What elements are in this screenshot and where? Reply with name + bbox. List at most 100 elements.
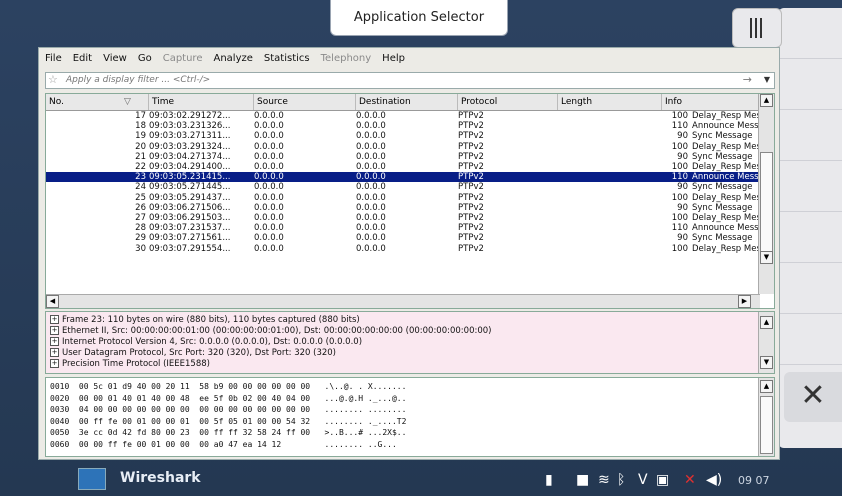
wireshark-window: File Edit View Go Capture Analyze Statistics Te…: [38, 47, 780, 460]
column-header-no[interactable]: No. ▽: [46, 94, 149, 110]
scroll-left-icon[interactable]: ◀: [46, 295, 59, 308]
packet-row[interactable]: 21 09:03:04.271374... 0.0.0.0 0.0.0.0 PTPv2 9…: [46, 152, 758, 162]
scroll-right-icon[interactable]: ▶: [738, 295, 751, 308]
side-panel-slot[interactable]: [778, 263, 842, 314]
packet-row[interactable]: 23 09:03:05.231415... 0.0.0.0 0.0.0.0 PTPv2 1…: [46, 172, 774, 183]
column-header-info[interactable]: Info: [662, 94, 758, 110]
column-header-protocol[interactable]: Protocol: [458, 94, 558, 110]
scroll-up-icon[interactable]: ▲: [760, 316, 773, 329]
side-panel-slot[interactable]: [778, 314, 842, 365]
detail-tree-item[interactable]: + Frame 23: 110 bytes on wire (880 bits),…: [50, 315, 360, 325]
scroll-thumb[interactable]: [760, 152, 773, 264]
packet-cell-len: 90: [677, 182, 688, 193]
detail-tree-item[interactable]: + Ethernet II, Src: 00:00:00:00:01:00 (00…: [50, 326, 491, 336]
column-header-source[interactable]: Source: [254, 94, 356, 110]
expand-icon[interactable]: +: [50, 359, 59, 368]
packet-cell-src: 0.0.0.0: [254, 121, 284, 132]
detail-tree-item[interactable]: + User Datagram Protocol, Src Port: 320 (…: [50, 348, 336, 358]
scroll-up-icon[interactable]: ▲: [760, 94, 773, 107]
scroll-up-icon[interactable]: ▲: [760, 380, 773, 393]
menu-item-view[interactable]: View: [97, 48, 132, 64]
application-selector-tab[interactable]: Application Selector: [330, 0, 508, 36]
side-panel-slot[interactable]: [778, 110, 842, 161]
packet-cell-src: 0.0.0.0: [254, 213, 284, 223]
column-header-destination[interactable]: Destination: [356, 94, 458, 110]
close-button[interactable]: ✕: [784, 372, 842, 422]
packet-row[interactable]: 22 09:03:04.291400... 0.0.0.0 0.0.0.0 PTPv2 1…: [46, 162, 774, 172]
menu-item-analyze[interactable]: Analyze: [207, 48, 257, 64]
scroll-down-icon[interactable]: ▼: [760, 251, 773, 264]
expand-icon[interactable]: +: [50, 326, 59, 335]
battery-icon[interactable]: ▮: [545, 472, 553, 488]
packet-row[interactable]: 24 09:03:05.271445... 0.0.0.0 0.0.0.0 PTPv2 9…: [46, 182, 758, 192]
expand-icon[interactable]: +: [50, 337, 59, 346]
chevron-down-icon[interactable]: ▼: [764, 75, 770, 84]
side-panel-slot[interactable]: [778, 59, 842, 110]
packet-cell-time: 09:03:06.291503...: [149, 213, 231, 223]
hex-dump-line: 0040 00 ff fe 00 01 00 00 01 00 5f 05 01…: [50, 416, 407, 426]
packet-cell-time: 09:03:03.291324...: [149, 141, 231, 152]
expand-icon[interactable]: +: [50, 348, 59, 357]
packet-cell-no: 18: [135, 121, 146, 132]
packet-row[interactable]: 25 09:03:05.291437... 0.0.0.0 0.0.0.0 PTPv2 1…: [46, 192, 774, 203]
column-header-time[interactable]: Time: [149, 94, 254, 110]
packet-list-vscroll[interactable]: ▲ ▼: [758, 94, 774, 294]
side-panel-slot[interactable]: [778, 161, 842, 212]
packet-cell-no: 28: [135, 223, 146, 234]
menu-item-edit[interactable]: Edit: [67, 48, 97, 64]
packet-row[interactable]: 26 09:03:06.271506... 0.0.0.0 0.0.0.0 PTPv2 9…: [46, 203, 758, 213]
wifi-icon[interactable]: ≋: [598, 472, 610, 488]
packet-cell-proto: PTPv2: [458, 162, 484, 172]
wireshark-icon[interactable]: [78, 468, 106, 490]
display-filter-input[interactable]: ☆ Apply a display filter ... <Ctrl-/> → …: [45, 72, 775, 89]
packet-cell-dst: 0.0.0.0: [356, 233, 386, 244]
network-error-icon[interactable]: ✕: [684, 472, 696, 488]
packet-list-hscroll[interactable]: ◀ ▶: [46, 294, 760, 308]
packet-row[interactable]: 27 09:03:06.291503... 0.0.0.0 0.0.0.0 PTPv2 1…: [46, 213, 774, 223]
menu-item-help[interactable]: Help: [376, 48, 410, 64]
packet-row[interactable]: 18 09:03:03.231326... 0.0.0.0 0.0.0.0 PTPv2 1…: [46, 121, 774, 132]
packet-cell-time: 09:03:03.231326...: [149, 121, 231, 132]
camera-icon[interactable]: ■: [576, 472, 589, 488]
packet-cell-info: Sync Message: [692, 151, 753, 162]
detail-tree-item[interactable]: + Internet Protocol Version 4, Src: 0.0.0…: [50, 337, 362, 347]
side-panel-slot[interactable]: [778, 212, 842, 263]
details-vscroll[interactable]: ▲ ▼: [758, 312, 774, 373]
volume-icon[interactable]: ◀): [706, 472, 722, 488]
v-icon[interactable]: V: [638, 472, 648, 488]
side-panel-slot[interactable]: [778, 8, 842, 59]
arrow-right-icon[interactable]: →: [743, 73, 752, 86]
terminal-icon[interactable]: ▣: [656, 472, 669, 488]
packet-cell-proto: PTPv2: [458, 223, 484, 234]
packet-cell-len: 110: [671, 223, 688, 234]
packet-row[interactable]: 19 09:03:03.271311... 0.0.0.0 0.0.0.0 PTPv2 9…: [46, 131, 758, 141]
bookmark-star-icon[interactable]: ☆: [48, 73, 58, 86]
packet-row[interactable]: 17 09:03:02.291272... 0.0.0.0 0.0.0.0 PTPv2 1…: [46, 111, 774, 121]
packet-cell-len: 100: [671, 162, 688, 172]
packet-row[interactable]: 30 09:03:07.291554... 0.0.0.0 0.0.0.0 PTPv2 1…: [46, 243, 774, 254]
packet-cell-dst: 0.0.0.0: [356, 223, 386, 234]
menu-item-telephony[interactable]: Telephony: [315, 48, 377, 64]
packet-row[interactable]: 28 09:03:07.231537... 0.0.0.0 0.0.0.0 PTPv2 1…: [46, 223, 774, 234]
menu-item-statistics[interactable]: Statistics: [258, 48, 315, 64]
column-header-length[interactable]: Length: [558, 94, 662, 110]
taskbar-app-label[interactable]: Wireshark: [120, 470, 201, 486]
scroll-down-icon[interactable]: ▼: [760, 356, 773, 369]
scroll-thumb[interactable]: [760, 396, 773, 454]
packet-row[interactable]: 20 09:03:03.291324... 0.0.0.0 0.0.0.0 PTPv2 1…: [46, 141, 774, 152]
packet-row[interactable]: 29 09:03:07.271561... 0.0.0.0 0.0.0.0 PTPv2 9…: [46, 233, 758, 243]
menu-item-capture[interactable]: Capture: [157, 48, 208, 64]
packet-cell-proto: PTPv2: [458, 151, 484, 162]
menu-handle-button[interactable]: [732, 8, 782, 48]
packet-cell-dst: 0.0.0.0: [356, 192, 386, 203]
bluetooth-icon[interactable]: ᛒ: [617, 472, 625, 488]
expand-icon[interactable]: +: [50, 315, 59, 324]
hex-dump-line: 0060 00 00 ff fe 00 01 00 00 00 a0 47 ea…: [50, 439, 397, 449]
menu-item-file[interactable]: File: [39, 48, 67, 64]
packet-cell-src: 0.0.0.0: [254, 243, 284, 254]
menu-item-go[interactable]: Go: [132, 48, 157, 64]
bytes-vscroll[interactable]: ▲: [758, 378, 774, 456]
detail-tree-item[interactable]: + Precision Time Protocol (IEEE1588): [50, 359, 210, 369]
packet-cell-info: Sync Message: [692, 202, 753, 213]
packet-cell-time: 09:03:05.291437...: [149, 192, 231, 203]
